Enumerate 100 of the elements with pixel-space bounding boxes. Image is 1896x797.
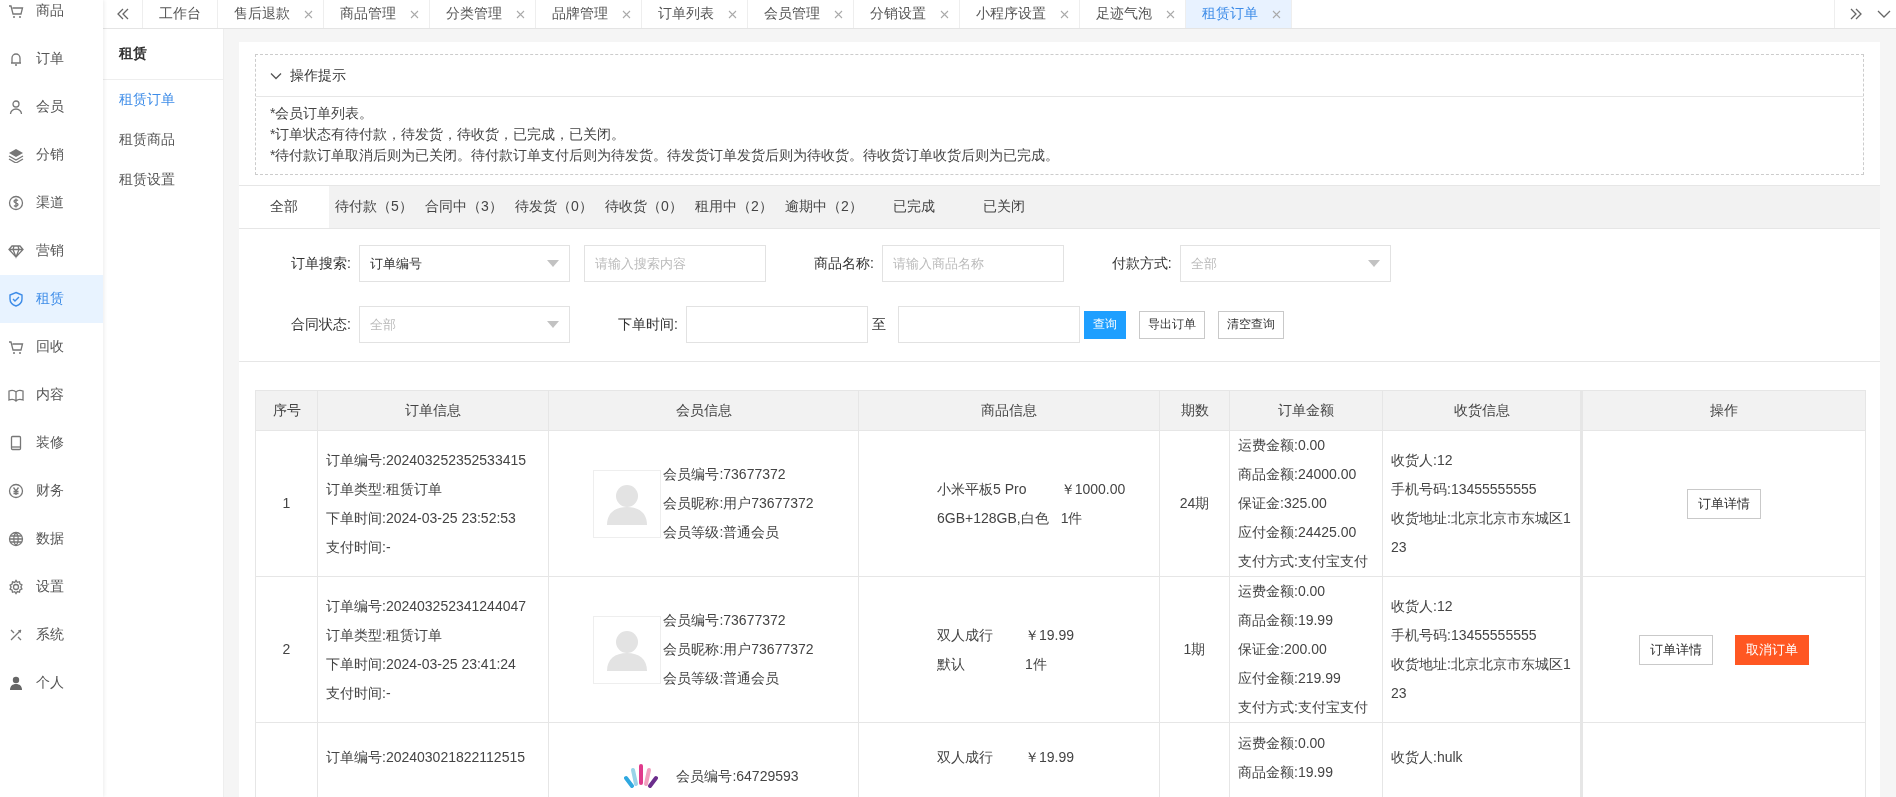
- tip-text: *会员订单列表。: [270, 104, 375, 123]
- column-header: 期数: [1159, 390, 1230, 431]
- cell-text: 会员编号:73677372: [663, 611, 787, 630]
- cell-text: 会员昵称:用户73677372: [663, 494, 814, 513]
- subnav-item[interactable]: 租赁订单: [103, 80, 223, 120]
- column-header: 会员信息: [548, 390, 859, 431]
- status-tab[interactable]: 逾期中（2）: [779, 186, 869, 228]
- diamond-icon: [8, 243, 24, 259]
- page-tab[interactable]: 分类管理: [430, 0, 536, 28]
- cell-text: 支付时间:-: [326, 683, 392, 703]
- page-tab[interactable]: 商品管理: [324, 0, 430, 28]
- sidebar-item[interactable]: 会员: [0, 83, 103, 131]
- status-tab[interactable]: 已完成: [869, 186, 959, 228]
- subnav-item[interactable]: 租赁商品: [103, 120, 223, 160]
- status-tab[interactable]: 待付款（5）: [329, 186, 419, 228]
- status-tab[interactable]: 租用中（2）: [689, 186, 779, 228]
- cell-text: 手机号码:13455555555: [1391, 479, 1538, 499]
- person-icon: [8, 675, 24, 691]
- status-tab[interactable]: 全部: [239, 186, 329, 228]
- input-field[interactable]: 请输入搜索内容: [583, 245, 766, 282]
- sidebar-item[interactable]: 分销: [0, 131, 103, 179]
- page-tab[interactable]: 工作台: [143, 0, 218, 28]
- sidebar-item[interactable]: 内容: [0, 371, 103, 419]
- cell-text: 订单类型:租赁订单: [326, 479, 443, 499]
- cell-text: 下单时间:2024-03-25 23:52:53: [326, 508, 517, 528]
- page-tab[interactable]: 品牌管理: [536, 0, 642, 28]
- filter-label: 商品名称:: [813, 254, 874, 273]
- cell-text: 手机号码:13455555555: [1391, 625, 1538, 645]
- column-header: 序号: [255, 390, 318, 431]
- cell-text: 订单编号:202403252352533415: [326, 450, 528, 470]
- page-tab[interactable]: 分销设置: [854, 0, 960, 28]
- action-button[interactable]: 导出订单: [1138, 310, 1205, 339]
- tab-label: 足迹气泡: [1096, 5, 1152, 23]
- cell-text: 会员编号:73677372: [663, 465, 787, 484]
- cell-text: 小米平板5 Pro: [937, 479, 1028, 499]
- column-header: 订单信息: [317, 390, 549, 431]
- cell-text: 商品金额:19.99: [1238, 611, 1334, 630]
- column-header: 商品信息: [858, 390, 1160, 431]
- sidebar-item[interactable]: 数据: [0, 515, 103, 563]
- status-tab[interactable]: 待收货（0）: [599, 186, 689, 228]
- sidebar-item[interactable]: 回收: [0, 323, 103, 371]
- order-detail-button[interactable]: 订单详情: [1639, 634, 1713, 665]
- status-tab[interactable]: 合同中（3）: [419, 186, 509, 228]
- page-tab[interactable]: 小程序设置: [960, 0, 1080, 28]
- status-tab[interactable]: 已关闭: [959, 186, 1049, 228]
- double-chevron-left-icon: [115, 7, 130, 21]
- filter-label: 合同状态:: [291, 315, 351, 334]
- cell-text: 下单时间:2024-03-25 23:41:24: [326, 654, 517, 674]
- sidebar-item[interactable]: 商品: [0, 0, 103, 35]
- sidebar-item[interactable]: 装修: [0, 419, 103, 467]
- status-tab[interactable]: 待发货（0）: [509, 186, 599, 228]
- sidebar-item[interactable]: 设置: [0, 563, 103, 611]
- cell-text: 会员昵称:用户73677372: [663, 640, 814, 659]
- action-button[interactable]: 清空查询: [1217, 310, 1284, 339]
- sidebar-item[interactable]: 个人: [0, 659, 103, 707]
- dollar-icon: [8, 195, 24, 211]
- user-icon: [8, 99, 24, 115]
- cell-text: 支付时间:-: [326, 537, 392, 557]
- tips-header[interactable]: 操作提示: [256, 55, 1863, 97]
- column-header: 操作: [1581, 390, 1866, 431]
- sidebar-item[interactable]: 营销: [0, 227, 103, 275]
- cart-icon: [8, 3, 24, 19]
- page-tab[interactable]: 会员管理: [748, 0, 854, 28]
- cell-text: 应付金额:24425.00: [1238, 523, 1358, 542]
- cell-text: 商品金额:19.99: [1238, 763, 1334, 782]
- page-tab[interactable]: 售后退款: [218, 0, 324, 28]
- tab-label: 品牌管理: [552, 5, 608, 23]
- tab-label: 租赁订单: [1202, 5, 1258, 23]
- column-header: 收货信息: [1382, 390, 1582, 431]
- cell-text: ￥1000.00: [1060, 479, 1127, 499]
- cell-text: 订单类型:租赁订单: [326, 625, 443, 645]
- sidebar-item[interactable]: 渠道: [0, 179, 103, 227]
- cell-text: 6GB+128GB,白色: [937, 508, 1049, 528]
- cell-text: 收货地址:北京北京市东城区123: [1391, 654, 1572, 703]
- cell-text: 会员编号:64729593: [676, 766, 799, 786]
- cell-text: 1件: [1025, 654, 1048, 674]
- globe-icon: [8, 531, 24, 547]
- input-field[interactable]: [685, 306, 868, 343]
- cell-text: 默认: [937, 654, 966, 674]
- tab-label: 分类管理: [446, 5, 502, 23]
- tab-label: 订单列表: [658, 5, 714, 23]
- layers-icon: [8, 147, 24, 163]
- sidebar-item[interactable]: 财务: [0, 467, 103, 515]
- gear-icon: [8, 579, 24, 595]
- order-detail-button[interactable]: 订单详情: [1687, 488, 1761, 519]
- sidebar-item[interactable]: 系统: [0, 611, 103, 659]
- cell-text: 商品金额:24000.00: [1238, 465, 1358, 484]
- table-cell: 2: [255, 576, 318, 723]
- dropdown-caret-icon: [546, 260, 559, 267]
- chevron-down-icon: [1877, 9, 1891, 19]
- tab-label: 工作台: [159, 5, 201, 23]
- tab-label: 分销设置: [870, 5, 926, 23]
- page-tab[interactable]: 订单列表: [642, 0, 748, 28]
- cell-text: ￥19.99: [1025, 748, 1076, 767]
- input-field[interactable]: 请输入商品名称: [881, 245, 1064, 282]
- cell-text: 保证金:325.00: [1238, 494, 1328, 513]
- sidebar-item[interactable]: 订单: [0, 35, 103, 83]
- select-field[interactable]: 订单编号: [358, 245, 570, 282]
- input-field[interactable]: [897, 306, 1080, 343]
- subnav-item[interactable]: 租赁设置: [103, 160, 223, 200]
